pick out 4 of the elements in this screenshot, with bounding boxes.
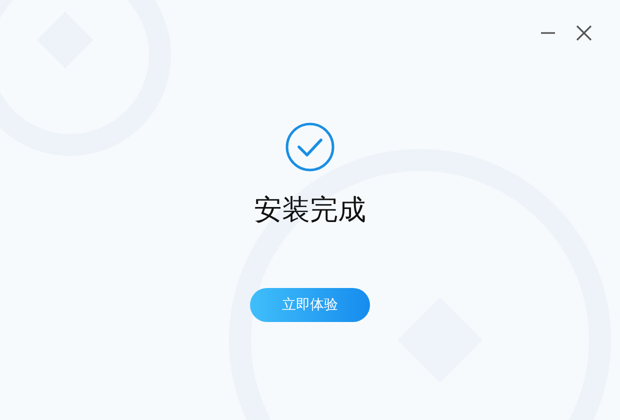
check-circle-icon bbox=[285, 122, 335, 172]
start-button[interactable]: 立即体验 bbox=[250, 288, 370, 322]
completion-title: 安装完成 bbox=[254, 192, 366, 228]
close-icon[interactable] bbox=[576, 25, 592, 41]
